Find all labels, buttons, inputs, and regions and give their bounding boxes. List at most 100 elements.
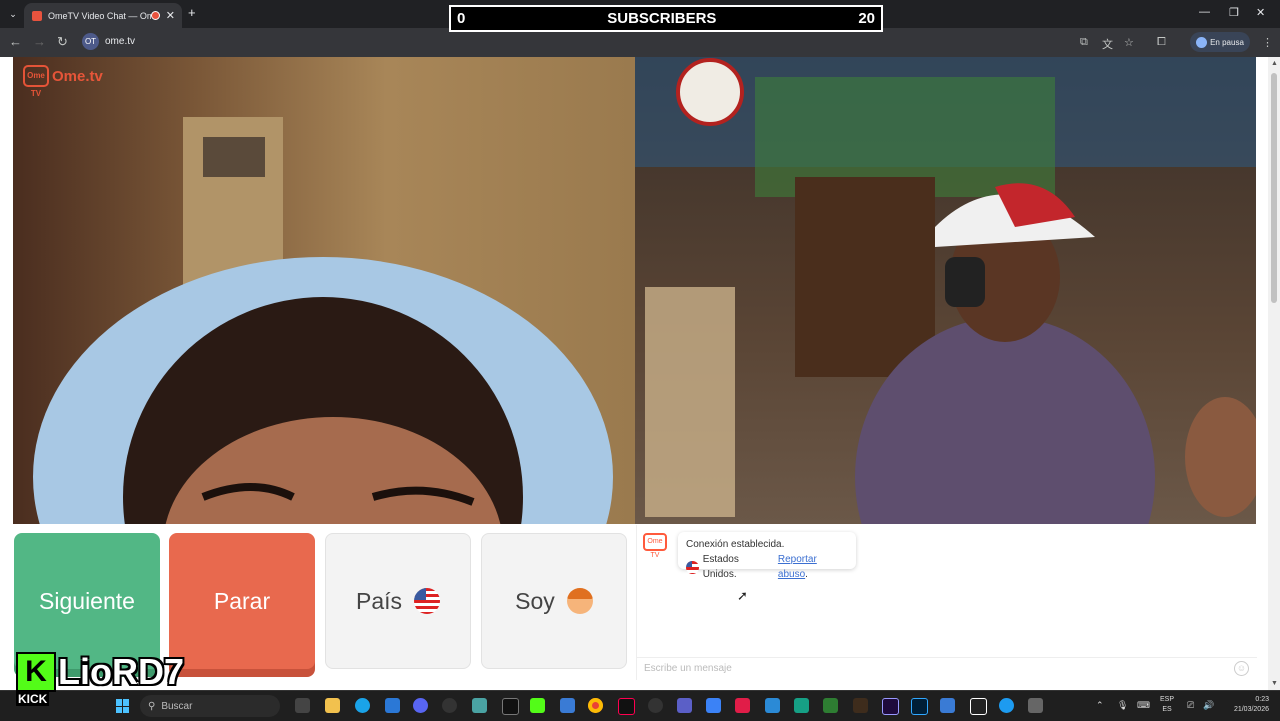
address-bar[interactable]: ome.tv — [105, 36, 135, 47]
app-icon-5[interactable] — [735, 698, 750, 713]
message-input[interactable]: Escribe un mensaje ☺ — [637, 657, 1257, 679]
boy-emoji-icon — [566, 588, 593, 614]
profile-status: En pausa — [1210, 37, 1244, 47]
game-icon[interactable] — [853, 698, 868, 713]
photoshop-icon[interactable] — [911, 698, 928, 715]
app-icon-2[interactable] — [560, 698, 575, 713]
restore-icon[interactable]: ❐ — [1229, 6, 1239, 19]
task-view-icon[interactable] — [295, 698, 310, 713]
store-icon[interactable] — [385, 698, 400, 713]
menu-icon[interactable]: ⋮ — [1262, 36, 1273, 49]
keyboard-icon[interactable]: ⌨ — [1137, 700, 1150, 711]
premiere-icon[interactable] — [882, 698, 899, 715]
tab-title: OmeTV Video Chat — Ome — [48, 10, 151, 21]
taskbar-search-placeholder: Buscar — [161, 700, 193, 712]
us-flag-small-icon — [686, 560, 699, 574]
close-tab-icon[interactable]: ✕ — [166, 9, 175, 22]
system-message: Conexión establecida. Estados Unidos. Re… — [678, 532, 856, 580]
chrome-icon[interactable] — [588, 698, 603, 713]
scroll-up-icon[interactable]: ▲ — [1271, 60, 1278, 67]
close-window-icon[interactable]: ✕ — [1256, 6, 1265, 19]
new-tab-button[interactable]: + — [188, 5, 196, 20]
translate-icon[interactable]: 文 — [1102, 36, 1113, 52]
microphone-icon[interactable]: 🎙 — [1117, 700, 1128, 711]
bookmark-star-icon[interactable]: ☆ — [1124, 36, 1134, 49]
back-icon[interactable]: ← — [9, 34, 22, 49]
extensions-icon[interactable]: ⧠ — [1157, 36, 1166, 49]
capcut-icon[interactable] — [794, 698, 809, 713]
bread-jar — [645, 287, 735, 517]
tab-favicon-icon — [32, 10, 42, 21]
app-icon-1[interactable] — [472, 698, 487, 713]
taskbar-search[interactable]: ⚲ Buscar — [140, 695, 280, 717]
tab-search-icon[interactable]: ⌄ — [5, 6, 21, 22]
subscriber-count-right: 20 — [858, 10, 875, 27]
app-icon-9[interactable] — [1028, 698, 1043, 713]
hand — [1185, 397, 1256, 517]
windows-start-icon[interactable] — [116, 699, 130, 713]
epic-games-icon[interactable] — [502, 698, 519, 715]
tray-chevron-icon[interactable]: ⌃ — [1096, 700, 1104, 711]
taskbar: ⚲ Buscar ⌃ 🎙 ⌨ ESP ES ⎚ 🔊 0:23 21/03/202… — [0, 690, 1280, 721]
edge-icon[interactable] — [355, 698, 370, 713]
network-icon[interactable]: ⎚ — [1187, 700, 1194, 711]
tiktok-icon[interactable] — [618, 698, 635, 715]
gender-button[interactable]: Soy — [481, 533, 627, 669]
reload-icon[interactable]: ↻ — [57, 34, 68, 50]
message-input-placeholder: Escribe un mensaje — [644, 663, 732, 674]
next-button[interactable]: Siguiente — [14, 533, 160, 669]
us-flag-icon — [414, 588, 441, 614]
clock[interactable]: 0:23 21/03/2026 — [1225, 695, 1269, 715]
discord-icon[interactable] — [413, 698, 428, 713]
country-button[interactable]: País — [325, 533, 471, 669]
ometv-chat-icon: Ome TV — [643, 533, 667, 559]
profile-avatar — [1196, 36, 1208, 48]
kick-app-icon[interactable] — [530, 698, 545, 713]
emoji-icon[interactable]: ☺ — [1234, 661, 1249, 676]
browser-tab[interactable]: OmeTV Video Chat — Ome ✕ — [24, 3, 182, 28]
country-label: País — [355, 587, 403, 614]
mouse-cursor-icon: ➚ — [737, 588, 748, 603]
obs-icon[interactable] — [442, 698, 457, 713]
clock-date: 21/03/2026 — [1233, 706, 1269, 713]
bottle-shelf — [795, 177, 935, 377]
next-label: Siguiente — [39, 587, 135, 614]
forward-icon[interactable]: → — [33, 34, 46, 49]
ometv-logo-icon: Ome TV — [23, 65, 49, 98]
report-period: . — [805, 569, 808, 580]
report-abuse-link[interactable]: Reportar abuso — [778, 554, 817, 580]
scrollbar[interactable]: ▲ ▼ — [1268, 57, 1280, 690]
excel-icon[interactable] — [823, 698, 838, 713]
app-icon-3[interactable] — [648, 698, 663, 713]
gender-label: Soy — [515, 587, 555, 614]
app-icon-6[interactable] — [765, 698, 780, 713]
kick-logo-icon: K — [16, 652, 56, 692]
volume-icon[interactable]: 🔊 — [1203, 700, 1214, 711]
app-icon-8[interactable] — [999, 698, 1014, 713]
teams-icon[interactable] — [677, 698, 692, 713]
profile-button[interactable]: En pausa — [1190, 32, 1250, 52]
subscriber-count-left: 0 — [457, 10, 466, 27]
app-icon-4[interactable] — [706, 698, 721, 713]
lang-line1: ESP — [1160, 696, 1175, 703]
capcut-desktop-icon[interactable] — [970, 698, 987, 715]
door-window — [203, 137, 265, 177]
browser-toolbar: ← → ↻ OT ome.tv ⧉ 文 ☆ ⧠ En pausa ⋮ — [0, 28, 1280, 57]
scroll-down-icon[interactable]: ▼ — [1271, 680, 1278, 687]
minimize-icon[interactable]: — — [1199, 6, 1210, 18]
local-video-scene — [33, 117, 613, 524]
stop-button[interactable]: Parar — [169, 533, 315, 669]
language-indicator[interactable]: ESP ES — [1160, 695, 1174, 715]
scrollbar-thumb[interactable] — [1271, 73, 1277, 303]
clock-time: 0:23 — [1255, 696, 1269, 703]
app-icon-7[interactable] — [940, 698, 955, 713]
cast-icon[interactable]: ⧉ — [1080, 36, 1088, 49]
subscriber-goal-overlay: 0 SUBSCRIBERS 20 — [449, 5, 883, 32]
site-info-icon[interactable]: OT — [82, 33, 99, 50]
subscriber-label: SUBSCRIBERS — [607, 10, 717, 27]
local-video: Ome TV Ome.tv — [13, 57, 635, 524]
ometv-logo: Ome TV Ome.tv — [23, 65, 103, 98]
stop-label: Parar — [213, 587, 271, 614]
file-explorer-icon[interactable] — [325, 698, 340, 713]
country-message: Estados Unidos. — [702, 554, 739, 580]
